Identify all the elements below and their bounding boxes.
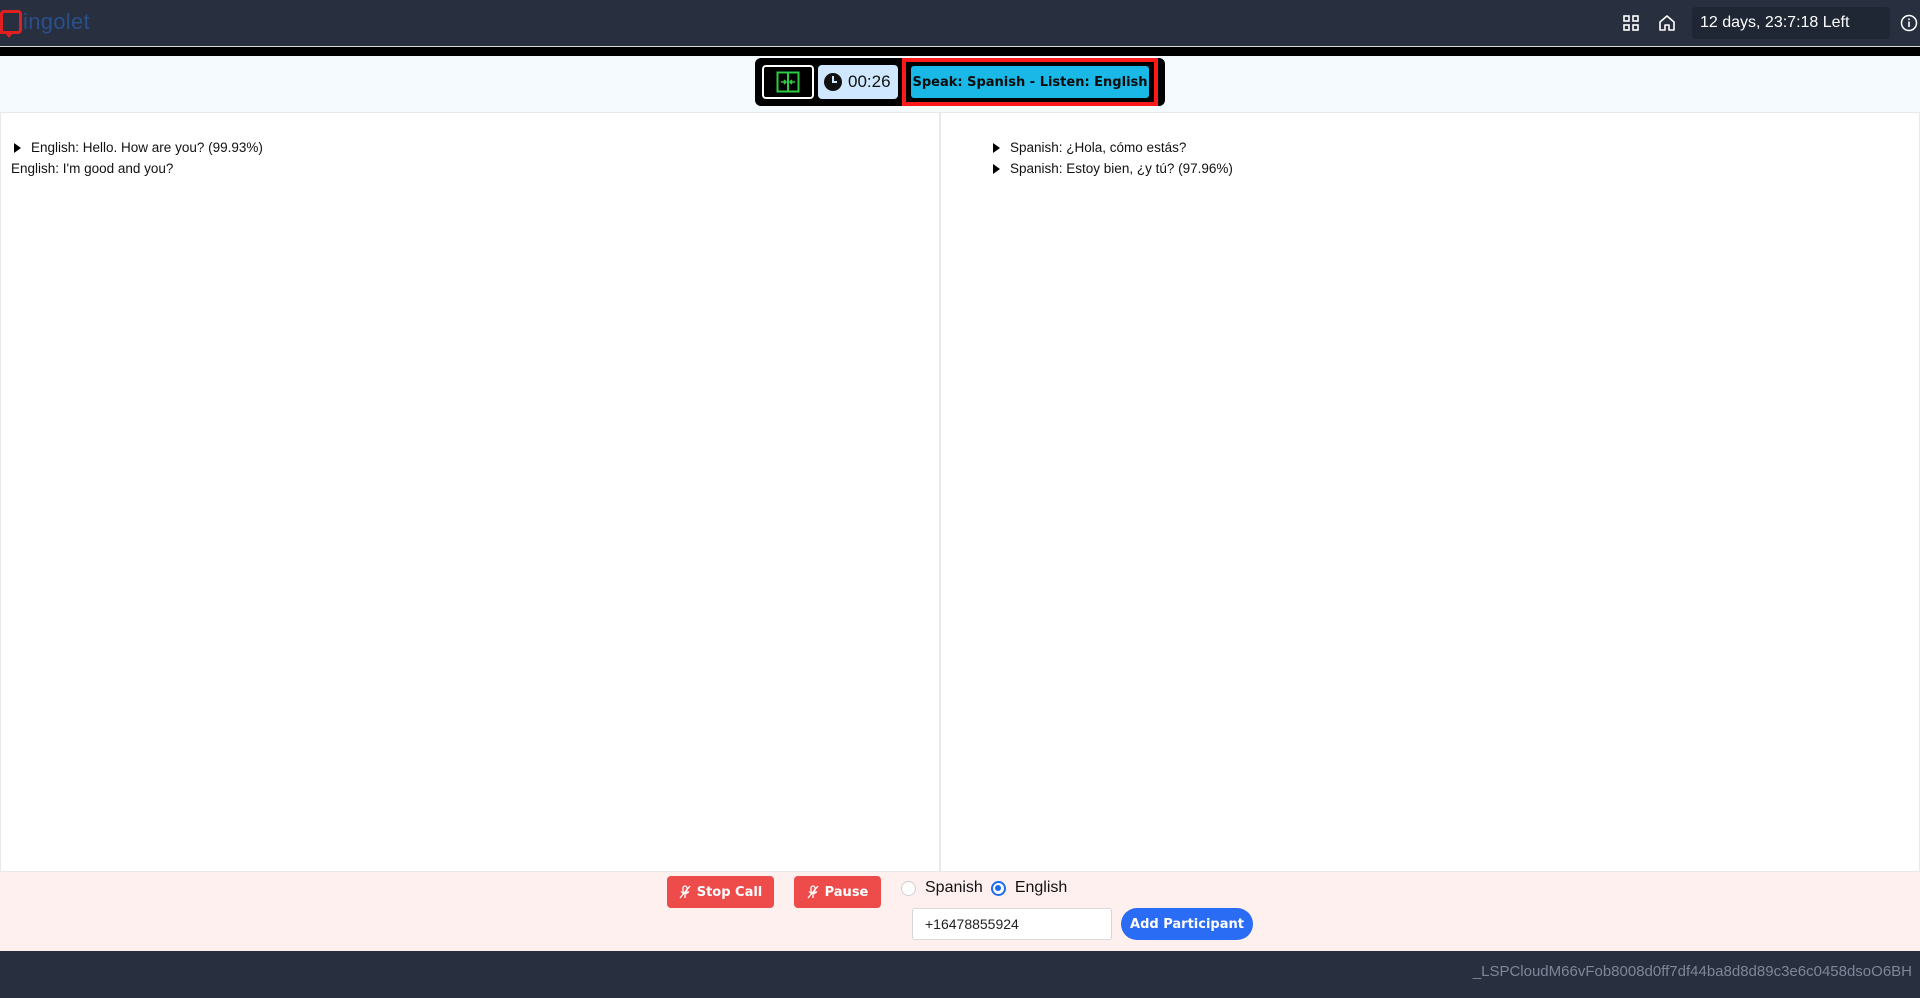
header-right: 12 days, 23:7:18 Left [1620, 0, 1920, 46]
transcript-text: Spanish: Estoy bien, ¿y tú? (97.96%) [1010, 161, 1233, 176]
lingolet-logo[interactable]: ingolet [0, 8, 90, 38]
call-controls: Stop Call Pause Spanish English +1647885… [0, 872, 1920, 951]
pause-button[interactable]: Pause [794, 876, 881, 908]
transcript-entry[interactable]: English: Hello. How are you? (99.93%) [1, 137, 939, 158]
stop-call-label: Stop Call [696, 884, 763, 900]
radio-spanish-label: Spanish [925, 879, 983, 896]
timer-value: 00:26 [848, 72, 891, 91]
grid-icon[interactable] [1620, 12, 1642, 34]
time-left-display: 12 days, 23:7:18 Left [1692, 7, 1890, 39]
mic-off-icon [807, 885, 819, 899]
footer: _LSPCloudM66vFob8008d0ff7df44ba8d8d89c3e… [0, 951, 1920, 998]
caret-right-icon[interactable] [14, 142, 21, 153]
caret-right-icon[interactable] [993, 142, 1000, 153]
transcript-entry: English: I'm good and you? [1, 158, 939, 179]
info-icon[interactable] [1898, 12, 1920, 34]
call-timer: 00:26 [818, 65, 898, 99]
caret-right-icon[interactable] [993, 163, 1000, 174]
pause-label: Pause [824, 884, 869, 900]
phone-number-input[interactable]: +16478855924 [912, 908, 1112, 940]
add-participant-button[interactable]: Add Participant [1121, 908, 1253, 940]
call-toolbar-row: 00:26 Speak: Spanish - Listen: English [0, 56, 1920, 112]
transcript-entry[interactable]: Spanish: Estoy bien, ¿y tú? (97.96%) [941, 158, 1919, 179]
session-id: _LSPCloudM66vFob8008d0ff7df44ba8d8d89c3e… [1472, 963, 1912, 980]
header-divider [0, 46, 1920, 47]
logo-text: ingolet [23, 9, 90, 34]
transcript-text: English: Hello. How are you? (99.93%) [31, 140, 263, 155]
radio-english-label: English [1014, 879, 1068, 896]
transcript-entry[interactable]: Spanish: ¿Hola, cómo estás? [941, 137, 1919, 158]
english-transcript-panel: English: Hello. How are you? (99.93%) En… [0, 112, 940, 872]
transcript-text: English: I'm good and you? [11, 161, 174, 176]
spanish-transcript-list: Spanish: ¿Hola, cómo estás? Spanish: Est… [941, 113, 1919, 179]
logo-mark-icon [0, 10, 22, 38]
call-toolbar: 00:26 Speak: Spanish - Listen: English [755, 58, 1165, 106]
spanish-transcript-panel: Spanish: ¿Hola, cómo estás? Spanish: Est… [940, 112, 1920, 872]
top-header: ingolet 12 days, 23:7:18 Left [0, 0, 1920, 46]
transcript-panels: English: Hello. How are you? (99.93%) En… [0, 112, 1920, 872]
clock-icon [824, 73, 842, 91]
mode-highlight-box: Speak: Spanish - Listen: English [902, 58, 1158, 106]
radio-spanish[interactable] [901, 880, 916, 896]
stop-call-button[interactable]: Stop Call [667, 876, 774, 908]
home-icon[interactable] [1656, 12, 1678, 34]
mic-off-icon [679, 885, 691, 899]
radio-english[interactable] [990, 880, 1006, 896]
speak-listen-mode-button[interactable]: Speak: Spanish - Listen: English [911, 66, 1149, 98]
split-view-icon [776, 71, 800, 93]
english-transcript-list: English: Hello. How are you? (99.93%) En… [1, 113, 939, 179]
header-strip [0, 46, 1920, 56]
split-view-button[interactable] [762, 65, 814, 99]
language-radio-group: Spanish English [901, 878, 1075, 898]
transcript-text: Spanish: ¿Hola, cómo estás? [1010, 140, 1187, 155]
